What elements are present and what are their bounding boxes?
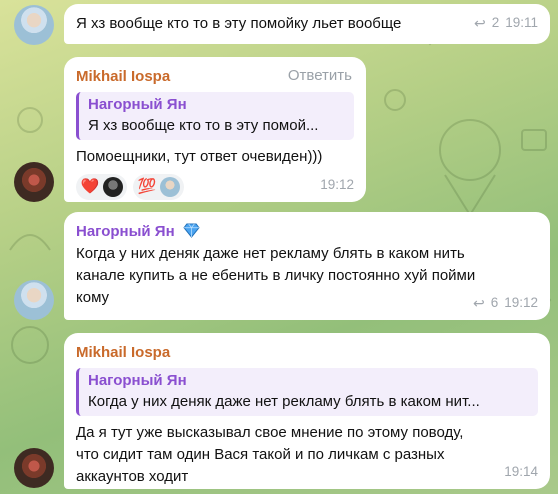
- quote-sender: Нагорный Ян: [88, 96, 187, 113]
- reactions: ❤️ 💯: [76, 174, 354, 200]
- reaction-heart[interactable]: ❤️: [76, 174, 127, 200]
- message-line: что сидит там один Вася такой и по личка…: [76, 446, 445, 463]
- message-line: аккаунтов ходит: [76, 468, 189, 485]
- diamond-icon: [183, 223, 200, 238]
- reactor-avatar: [103, 177, 123, 197]
- sender-name[interactable]: Mikhail Iospa: [76, 342, 538, 364]
- avatar[interactable]: [14, 5, 54, 45]
- message-text: Я хз вообще кто то в эту помойку льет во…: [76, 15, 402, 32]
- message-bubble[interactable]: Нагорный Ян Когда у них деняк даже нет р…: [64, 212, 550, 320]
- message-line: Когда у них деняк даже нет рекламу блять…: [76, 245, 465, 262]
- message-line: Да я тут уже высказывал свое мнение по э…: [76, 424, 464, 441]
- message-line: канале купить а не ебенить в личку посто…: [76, 267, 476, 284]
- avatar[interactable]: [14, 448, 54, 488]
- heart-icon: ❤️: [80, 178, 100, 195]
- forward-count: 2: [491, 15, 500, 30]
- sender-name[interactable]: Нагорный Ян: [76, 223, 175, 240]
- reply-quote[interactable]: Нагорный Ян Я хз вообще кто то в эту пом…: [76, 92, 354, 140]
- reply-button[interactable]: Ответить: [288, 65, 352, 87]
- reply-quote[interactable]: Нагорный Ян Когда у них деняк даже нет р…: [76, 368, 538, 416]
- message-bubble[interactable]: Mikhail Iospa Нагорный Ян Когда у них де…: [64, 333, 550, 489]
- sender-row: Нагорный Ян: [76, 221, 538, 243]
- quote-text: Я хз вообще кто то в эту помой...: [88, 117, 319, 134]
- message-line: кому: [76, 289, 110, 306]
- quote-sender: Нагорный Ян: [88, 372, 187, 389]
- quote-text: Когда у них деняк даже нет рекламу блять…: [88, 393, 480, 410]
- forward-icon: ↩: [472, 295, 485, 311]
- avatar[interactable]: [14, 280, 54, 320]
- message-time: 19:12: [504, 295, 538, 310]
- avatar[interactable]: [14, 162, 54, 202]
- message-time: 19:14: [504, 464, 538, 479]
- hundred-icon: 💯: [137, 178, 157, 195]
- forward-count: 6: [490, 295, 499, 310]
- message-bubble[interactable]: Я хз вообще кто то в эту помойку льет во…: [64, 4, 550, 44]
- message-meta: 19:12: [320, 174, 354, 196]
- reaction-hundred[interactable]: 💯: [133, 174, 184, 200]
- message-time: 19:12: [320, 177, 354, 192]
- message-meta: ↩ 6 19:12: [473, 292, 538, 314]
- message-bubble[interactable]: Mikhail Iospa Ответить Нагорный Ян Я хз …: [64, 57, 366, 202]
- forward-icon: ↩: [473, 15, 486, 31]
- message-text: Помоещники, тут ответ очевиден))): [76, 148, 323, 165]
- message-time: 19:11: [505, 15, 538, 30]
- reactor-avatar: [160, 177, 180, 197]
- message-meta: ↩ 2 19:11: [474, 12, 538, 34]
- message-meta: 19:14: [504, 461, 538, 483]
